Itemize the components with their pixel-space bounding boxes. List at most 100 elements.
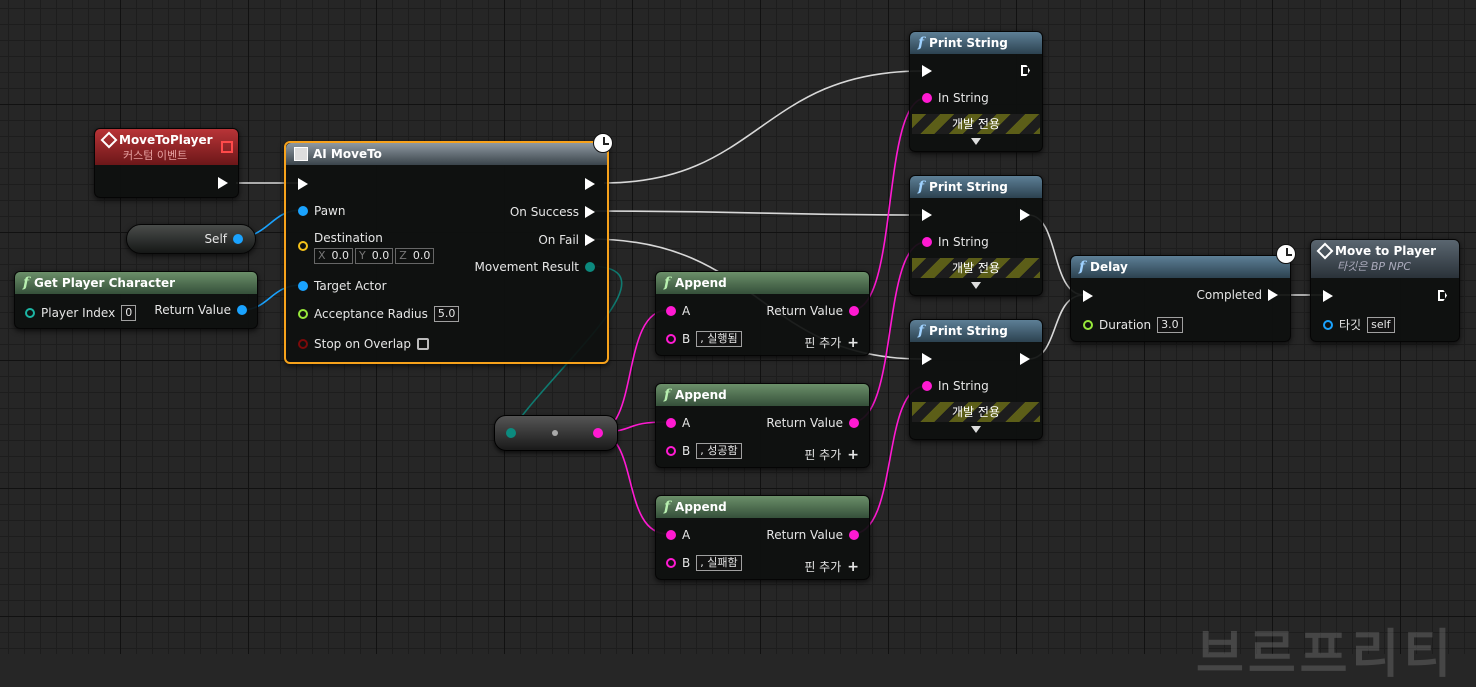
self-output-pin[interactable]: Self (204, 232, 243, 246)
move-to-player-call-node[interactable]: Move to Player 타깃은 BP NPC 타깃 self (1310, 239, 1460, 342)
append-b-pin[interactable]: B , 성공함 (666, 443, 742, 459)
append-header[interactable]: f Append (656, 384, 869, 406)
print-string-header[interactable]: f Print String (910, 176, 1042, 198)
reroute-string-out-pin[interactable] (593, 428, 603, 438)
print-exec-out-pin[interactable] (1021, 65, 1030, 76)
move-exec-in-pin[interactable] (1323, 290, 1333, 302)
exec-in-icon (1083, 290, 1093, 302)
append-b-label: B (682, 444, 691, 458)
in-string-pin[interactable]: In String (922, 91, 989, 105)
aimove-exec-out-pin[interactable] (585, 178, 595, 190)
event-delegate-pin[interactable] (221, 141, 233, 153)
delay-node[interactable]: f Delay Completed Duration 3.0 (1070, 244, 1296, 342)
append-b-input[interactable]: , 실행됨 (696, 331, 742, 347)
print-string-node-1[interactable]: f Print String In String 개발 전용 (909, 31, 1043, 152)
append-a-pin[interactable]: A (666, 416, 690, 430)
development-only-banner: 개발 전용 (912, 402, 1040, 422)
stop-on-overlap-checkbox[interactable] (417, 338, 430, 350)
acceptance-radius-pin[interactable]: Acceptance Radius 5.0 (298, 306, 460, 322)
append-header[interactable]: f Append (656, 272, 869, 294)
print-exec-out-pin[interactable] (1020, 353, 1030, 365)
append-return-pin[interactable]: Return Value (766, 304, 859, 318)
on-success-pin[interactable]: On Success (510, 205, 595, 219)
append-a-label: A (682, 304, 691, 318)
event-subtitle: 커스텀 이벤트 (123, 149, 188, 162)
event-icon (1316, 242, 1334, 260)
pawn-pin[interactable]: Pawn (298, 204, 345, 218)
print-string-header[interactable]: f Print String (910, 320, 1042, 342)
event-node-header[interactable]: MoveToPlayer 커스텀 이벤트 (95, 129, 238, 165)
append-node-2[interactable]: f Append A Return Value B , 성공함 핀 추가 + (655, 383, 870, 468)
in-string-pin[interactable]: In String (922, 235, 989, 249)
append-header[interactable]: f Append (656, 496, 869, 518)
watermark-text: 브르프리티 (1196, 625, 1456, 685)
append-a-pin[interactable]: A (666, 304, 690, 318)
expand-arrow-icon[interactable] (971, 426, 981, 433)
string-pin-icon (922, 381, 932, 391)
print-string-node-2[interactable]: f Print String In String 개발 전용 (909, 175, 1043, 296)
event-node-movetoplayer[interactable]: MoveToPlayer 커스텀 이벤트 (94, 128, 239, 198)
print-string-node-3[interactable]: f Print String In String 개발 전용 (909, 319, 1043, 440)
self-reference-node[interactable]: Self (126, 224, 256, 254)
reroute-node[interactable] (494, 415, 618, 451)
delay-exec-in-pin[interactable] (1083, 290, 1093, 302)
movement-result-pin[interactable]: Movement Result (475, 260, 595, 274)
ai-moveto-node[interactable]: AI MoveTo Pawn On Success Destination X0… (284, 133, 613, 364)
expand-arrow-icon[interactable] (971, 282, 981, 289)
function-icon: f (664, 499, 671, 515)
ai-moveto-header[interactable]: AI MoveTo (286, 143, 607, 165)
duration-input[interactable]: 3.0 (1157, 317, 1183, 333)
stop-on-overlap-pin[interactable]: Stop on Overlap (298, 337, 430, 351)
append-b-pin[interactable]: B , 실행됨 (666, 331, 742, 347)
move-to-player-subtitle: 타깃은 BP NPC (1337, 260, 1412, 273)
add-pin-button[interactable]: 핀 추가 + (804, 560, 859, 574)
exec-out-icon (1020, 353, 1030, 365)
dest-z-field[interactable]: Z 0.0 (395, 248, 435, 264)
object-pin-icon (237, 305, 247, 315)
print-string-header[interactable]: f Print String (910, 32, 1042, 54)
delay-completed-pin[interactable]: Completed (1197, 288, 1278, 302)
get-player-character-node[interactable]: f Get Player Character Player Index 0 Retu… (14, 271, 258, 329)
expand-arrow-icon[interactable] (971, 138, 981, 145)
dest-y-field[interactable]: Y 0.0 (355, 248, 394, 264)
append-a-pin[interactable]: A (666, 528, 690, 542)
append-return-pin[interactable]: Return Value (766, 528, 859, 542)
print-exec-out-pin[interactable] (1020, 209, 1030, 221)
duration-pin[interactable]: Duration 3.0 (1083, 317, 1183, 333)
string-pin-icon (666, 446, 676, 456)
destination-pin[interactable]: Destination X 0.0 Y 0.0 Z 0.0 (298, 231, 436, 264)
append-b-pin[interactable]: B , 실패함 (666, 555, 742, 571)
in-string-label: In String (938, 235, 989, 249)
print-exec-in-pin[interactable] (922, 353, 932, 365)
target-actor-pin[interactable]: Target Actor (298, 279, 387, 293)
dest-x-field[interactable]: X 0.0 (314, 248, 354, 264)
reroute-enum-in-pin[interactable] (506, 428, 516, 438)
on-fail-pin[interactable]: On Fail (538, 233, 595, 247)
string-pin-icon (849, 530, 859, 540)
object-pin-icon (298, 206, 308, 216)
append-return-pin[interactable]: Return Value (766, 416, 859, 430)
delay-header[interactable]: f Delay (1071, 256, 1290, 278)
move-to-player-header[interactable]: Move to Player 타깃은 BP NPC (1311, 240, 1459, 278)
acceptance-radius-input[interactable]: 5.0 (433, 306, 460, 322)
in-string-pin[interactable]: In String (922, 379, 989, 393)
return-value-label: Return Value (766, 528, 843, 542)
append-title: Append (675, 500, 727, 514)
append-b-input[interactable]: , 실패함 (696, 555, 742, 571)
print-exec-in-pin[interactable] (922, 65, 932, 77)
print-exec-in-pin[interactable] (922, 209, 932, 221)
append-b-input[interactable]: , 성공함 (696, 443, 742, 459)
get-player-return-pin[interactable]: Return Value (154, 303, 247, 317)
append-node-3[interactable]: f Append A Return Value B , 실패함 핀 추가 + (655, 495, 870, 580)
add-pin-label: 핀 추가 (804, 336, 842, 350)
move-exec-out-pin[interactable] (1438, 290, 1447, 301)
move-target-pin[interactable]: 타깃 self (1323, 317, 1395, 333)
add-pin-button[interactable]: 핀 추가 + (804, 448, 859, 462)
get-player-character-header[interactable]: f Get Player Character (15, 272, 257, 294)
aimove-exec-in-pin[interactable] (298, 178, 308, 190)
player-index-pin[interactable]: Player Index 0 (25, 305, 137, 321)
event-exec-out-pin[interactable] (218, 177, 228, 189)
add-pin-button[interactable]: 핀 추가 + (804, 336, 859, 350)
append-node-1[interactable]: f Append A Return Value B , 실행됨 핀 추가 + (655, 271, 870, 356)
player-index-input[interactable]: 0 (121, 305, 137, 321)
